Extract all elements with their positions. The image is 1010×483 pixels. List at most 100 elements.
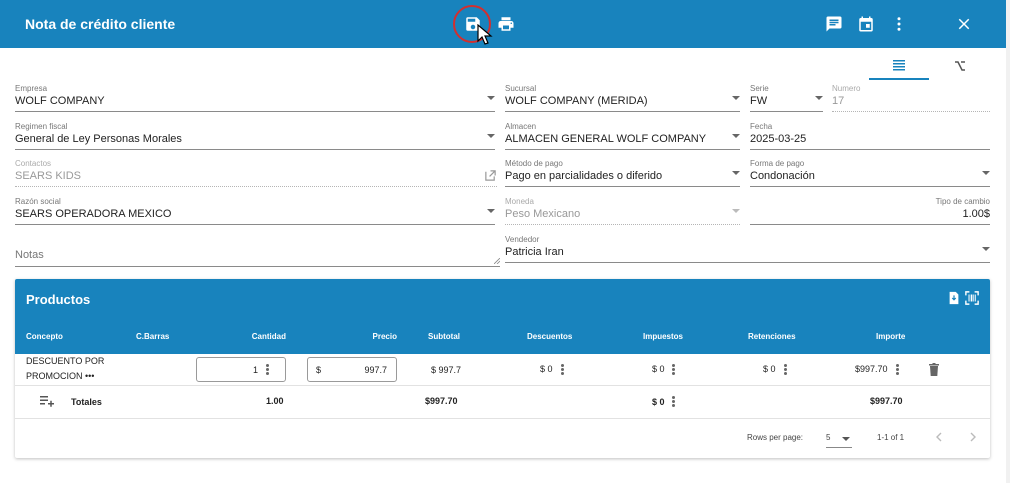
descuentos-value: $ 0 (540, 364, 553, 374)
col-subtotal[interactable]: Subtotal (410, 332, 460, 341)
prev-page-icon[interactable] (935, 432, 943, 442)
formula-view-tab[interactable] (930, 52, 990, 80)
rows-per-page-select[interactable]: 5 (826, 429, 852, 448)
moneda-label: Moneda (505, 197, 534, 206)
delete-icon[interactable] (929, 363, 939, 376)
regimen-dropdown-icon[interactable] (487, 134, 495, 138)
playlist-add-icon[interactable] (40, 395, 54, 407)
regimen-value: General de Ley Personas Morales (15, 133, 182, 145)
descuentos-menu-icon[interactable] (561, 364, 564, 375)
productos-title: Productos (26, 292, 91, 307)
productos-card: Productos Concepto C.Barras Cantidad Pre… (15, 279, 990, 458)
vendedor-dropdown-icon[interactable] (982, 247, 990, 251)
razon-social-label: Razón social (15, 197, 61, 206)
col-concepto[interactable]: Concepto (26, 332, 63, 341)
vendedor-label: Vendedor (505, 235, 540, 244)
vendedor-value: Patricia Iran (505, 246, 564, 258)
forma-pago-value: Condonación (750, 170, 815, 182)
moneda-dropdown-icon (732, 209, 740, 213)
fecha-value: 2025-03-25 (750, 133, 807, 145)
list-view-tab[interactable] (869, 52, 929, 80)
resize-handle-icon[interactable] (494, 258, 500, 264)
razon-social-value: SEARS OPERADORA MEXICO (15, 208, 172, 220)
rows-per-page-value: 5 (826, 433, 831, 442)
notas-placeholder: Notas (15, 249, 44, 261)
totals-impuestos: $ 0 (652, 397, 665, 407)
forma-pago-dropdown-icon[interactable] (982, 171, 990, 175)
serie-label: Serie (750, 84, 769, 93)
almacen-value: ALMACEN GENERAL WOLF COMPANY (505, 133, 707, 145)
col-cantidad[interactable]: Cantidad (236, 332, 286, 341)
barcode-scan-icon[interactable] (965, 291, 979, 305)
tipo-cambio-value: 1.00$ (962, 208, 990, 220)
list-icon (893, 60, 905, 71)
totals-impuestos-menu-icon[interactable] (672, 396, 675, 407)
print-icon[interactable] (496, 14, 516, 34)
precio-value: 997.7 (364, 365, 387, 375)
col-impuestos[interactable]: Impuestos (643, 332, 683, 341)
impuestos-menu-icon[interactable] (672, 364, 675, 375)
subtotal-value: $ 997.7 (431, 365, 462, 375)
col-importe[interactable]: Importe (876, 332, 905, 341)
retenciones-menu-icon[interactable] (784, 364, 787, 375)
metodo-pago-value: Pago en parcialidades o diferido (505, 170, 663, 182)
metodo-pago-label: Método de pago (505, 159, 563, 168)
col-retenciones[interactable]: Retenciones (748, 332, 796, 341)
window-edge (1006, 0, 1010, 483)
calendar-icon[interactable] (856, 14, 876, 34)
rows-per-page-label: Rows per page: (747, 433, 804, 442)
comment-icon[interactable] (824, 14, 844, 34)
close-icon[interactable] (954, 14, 974, 34)
col-cbarras[interactable]: C.Barras (136, 332, 169, 341)
col-descuentos[interactable]: Descuentos (527, 332, 572, 341)
totals-importe: $997.70 (870, 396, 903, 406)
moneda-value: Peso Mexicano (505, 208, 581, 220)
concepto-line2[interactable]: PROMOCION ••• (26, 371, 94, 381)
serie-dropdown-icon[interactable] (815, 96, 823, 100)
cantidad-menu-icon[interactable] (266, 364, 269, 375)
sucursal-value: WOLF COMPANY (MERIDA) (505, 95, 648, 107)
numero-label: Numero (832, 84, 861, 93)
precio-currency: $ (316, 365, 322, 375)
fecha-label: Fecha (750, 122, 773, 131)
empresa-label: Empresa (15, 84, 48, 93)
tipo-cambio-label: Tipo de cambio (935, 197, 990, 206)
sucursal-dropdown-icon[interactable] (732, 96, 740, 100)
next-page-icon[interactable] (969, 432, 977, 442)
view-tabs (869, 52, 990, 80)
totals-cantidad: 1.00 (266, 396, 284, 406)
regimen-label: Regimen fiscal (15, 122, 68, 131)
file-import-icon[interactable] (947, 291, 961, 305)
concepto-line1: DESCUENTO POR (26, 356, 105, 366)
cantidad-input[interactable]: 1 (196, 357, 286, 382)
retenciones-value: $ 0 (763, 364, 776, 374)
cantidad-value: 1 (252, 365, 258, 375)
forma-pago-label: Forma de pago (750, 159, 805, 168)
contactos-label: Contactos (15, 159, 52, 168)
serie-value: FW (750, 95, 768, 107)
pagination-range: 1-1 of 1 (877, 433, 905, 442)
rows-per-page-dropdown-icon (842, 437, 850, 441)
empresa-value: WOLF COMPANY (15, 95, 105, 107)
mouse-cursor-icon (477, 24, 493, 45)
page-title: Nota de crédito cliente (25, 16, 176, 32)
totals-label: Totales (71, 397, 102, 407)
impuestos-value: $ 0 (652, 364, 665, 374)
metodo-pago-dropdown-icon[interactable] (732, 171, 740, 175)
importe-value: $997.70 (855, 364, 888, 374)
almacen-label: Almacen (505, 122, 537, 131)
empresa-dropdown-icon[interactable] (487, 96, 495, 100)
col-precio[interactable]: Precio (347, 332, 397, 341)
precio-input[interactable]: $ 997.7 (307, 357, 397, 382)
productos-header: Productos Concepto C.Barras Cantidad Pre… (15, 279, 990, 354)
totals-subtotal: $997.70 (425, 396, 458, 406)
app-header: Nota de crédito cliente (0, 0, 1006, 48)
importe-menu-icon[interactable] (896, 364, 899, 375)
numero-value: 17 (832, 95, 845, 107)
formula-icon (955, 61, 965, 71)
more-vert-icon[interactable] (889, 14, 909, 34)
razon-social-dropdown-icon[interactable] (487, 209, 495, 213)
open-external-icon[interactable] (484, 169, 497, 182)
almacen-dropdown-icon[interactable] (732, 134, 740, 138)
sucursal-label: Sucursal (505, 84, 537, 93)
